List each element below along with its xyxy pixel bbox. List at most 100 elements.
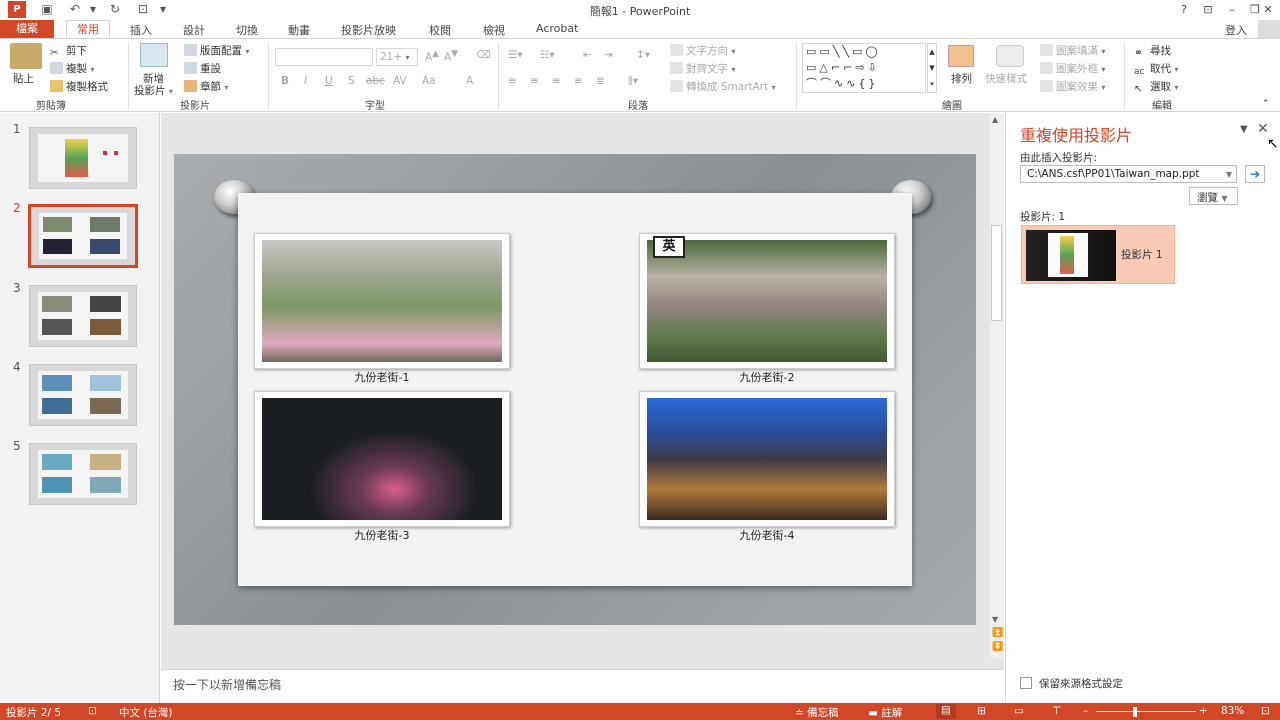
new-slide-icon[interactable] [140, 43, 168, 67]
increase-indent-icon[interactable]: ⇥ [604, 49, 613, 61]
ime-mode-badge[interactable]: 英 [653, 236, 685, 258]
quick-styles-button[interactable]: 快速樣式 [985, 71, 1027, 86]
vertical-scrollbar[interactable]: ▲ ▼ ⏫ ⏬ [990, 113, 1004, 658]
reading-view-icon[interactable]: ▭ [1014, 705, 1024, 717]
font-color-icon[interactable]: A [466, 75, 473, 87]
replace-button[interactable]: ac 取代 ▾ [1134, 61, 1178, 79]
text-direction-button[interactable]: 文字方向 ▾ [670, 43, 735, 58]
minimize-icon[interactable]: – [1220, 1, 1244, 18]
arrange-button[interactable]: 排列 [951, 71, 972, 86]
tab-file[interactable]: 檔案 [0, 20, 54, 38]
scroll-down-icon[interactable]: ▼ [992, 615, 998, 624]
shadow-button[interactable]: S [348, 75, 355, 87]
photo-4[interactable] [639, 391, 895, 527]
select-button[interactable]: ↖ 選取 ▾ [1134, 79, 1178, 95]
zoom-level[interactable]: 83% [1221, 705, 1244, 717]
help-button[interactable]: ? [1172, 1, 1196, 18]
find-button[interactable]: ⚭ 尋找 [1134, 43, 1171, 59]
language-indicator[interactable]: 中文 (台灣) [119, 705, 173, 720]
tab-design[interactable]: 設計 [183, 22, 205, 38]
notes-pane[interactable]: 按一下以新增備忘稿 [161, 669, 1004, 703]
slide-thumbnail-5[interactable] [29, 443, 137, 505]
close-pane-icon[interactable]: ✕ [1257, 121, 1269, 137]
paste-icon[interactable] [10, 43, 42, 69]
justify-icon[interactable]: ≡ [574, 75, 583, 87]
grow-font-icon[interactable]: A▲ [425, 49, 439, 64]
zoom-in-icon[interactable]: + [1199, 705, 1208, 717]
notes-toggle[interactable]: ≐ 備忘稿 [795, 705, 839, 720]
slideshow-view-icon[interactable]: ⊤ [1052, 705, 1061, 717]
reuse-slide-item[interactable]: 投影片 1 [1021, 225, 1175, 284]
slide-thumbnail-1[interactable] [29, 127, 137, 189]
keep-format-checkbox[interactable] [1020, 677, 1032, 689]
pane-options-icon[interactable]: ▼ [1240, 124, 1248, 135]
font-name-combobox[interactable] [275, 48, 373, 66]
numbering-icon[interactable]: ☷▾ [540, 49, 555, 61]
slide-thumbnail-2[interactable] [28, 204, 138, 268]
zoom-slider-thumb[interactable] [1133, 707, 1137, 717]
tab-insert[interactable]: 插入 [130, 22, 152, 38]
caption-2[interactable]: 九份老街-2 [639, 369, 895, 385]
align-left-icon[interactable]: ≡ [508, 75, 517, 87]
char-spacing-button[interactable]: AV [393, 75, 407, 87]
user-avatar-icon[interactable] [1258, 20, 1280, 38]
spellcheck-icon[interactable]: ⊡ [88, 705, 97, 717]
layout-button[interactable]: 版面配置 ▾ [184, 43, 249, 58]
underline-button[interactable]: U [325, 75, 333, 87]
caption-1[interactable]: 九份老街-1 [254, 369, 510, 385]
copy-button[interactable]: 複製 ▾ [50, 61, 94, 76]
cut-button[interactable]: ✂ 剪下 [50, 43, 87, 59]
notes-placeholder[interactable]: 按一下以新增備忘稿 [173, 676, 281, 693]
previous-slide-icon[interactable]: ⏫ [992, 628, 1003, 638]
align-right-icon[interactable]: ≡ [552, 75, 561, 87]
caption-4[interactable]: 九份老街-4 [639, 527, 895, 543]
tab-animations[interactable]: 動畫 [288, 22, 310, 38]
reset-button[interactable]: 重設 [184, 61, 221, 76]
photo-3[interactable] [254, 391, 510, 527]
italic-button[interactable]: I [304, 75, 307, 87]
decrease-indent-icon[interactable]: ⇤ [583, 49, 592, 61]
tab-acrobat[interactable]: Acrobat [536, 22, 578, 35]
shrink-font-icon[interactable]: A▼ [444, 49, 458, 64]
shape-outline-button[interactable]: 圖案外框 ▾ [1040, 61, 1105, 76]
close-window-icon[interactable]: ✕ [1256, 1, 1280, 18]
new-slide-label-2[interactable]: 投影片 ▾ [134, 83, 173, 98]
signin-link[interactable]: 登入 [1225, 22, 1247, 38]
photo-1[interactable] [254, 233, 510, 369]
shape-effects-button[interactable]: 圖案效果 ▾ [1040, 79, 1105, 94]
tab-review[interactable]: 校閱 [429, 22, 451, 38]
next-slide-icon[interactable]: ⏬ [992, 642, 1003, 652]
slide-thumbnail-4[interactable] [29, 364, 137, 426]
collapse-ribbon-icon[interactable]: ⌃ [1262, 99, 1270, 109]
smartart-button[interactable]: 轉換成 SmartArt ▾ [670, 79, 776, 94]
align-center-icon[interactable]: ≡ [530, 75, 539, 87]
shapes-gallery-scroll[interactable]: ▲ ▼ ▾ [927, 43, 937, 93]
shape-fill-button[interactable]: 圖案填滿 ▾ [1040, 43, 1105, 58]
font-size-combobox[interactable]: 21+ ▾ [376, 48, 418, 66]
keep-format-label[interactable]: 保留來源格式設定 [1039, 676, 1123, 691]
shapes-gallery[interactable]: ▭▭╲╲▭◯ ▭△⌐⌐⇨⇩ ⌒⌒∿∿{} [802, 43, 926, 93]
tab-transitions[interactable]: 切換 [236, 22, 258, 38]
strikethrough-button[interactable]: abc [366, 75, 385, 87]
tab-home[interactable]: 常用 [66, 20, 110, 39]
line-spacing-icon[interactable]: ↕▾ [636, 49, 650, 61]
normal-view-icon[interactable]: ▤ [936, 704, 956, 719]
arrange-icon[interactable] [948, 45, 974, 67]
align-text-button[interactable]: 對齊文字 ▾ [670, 61, 735, 76]
file-path-input[interactable]: C:\ANS.csf\PP01\Taiwan_map.ppt ▼ [1020, 165, 1237, 183]
slide-sorter-icon[interactable]: ⊞ [977, 705, 986, 717]
slide-thumbnail-3[interactable] [29, 285, 137, 347]
go-arrow-icon[interactable]: ➔ [1245, 165, 1265, 183]
fit-to-window-icon[interactable]: ⊡ [1261, 705, 1270, 717]
bold-button[interactable]: B [281, 75, 289, 87]
browse-button[interactable]: 瀏覽 ▼ [1189, 187, 1238, 205]
ribbon-display-icon[interactable]: ⊡ [1196, 1, 1220, 18]
tab-slideshow[interactable]: 投影片放映 [341, 22, 396, 38]
distribute-icon[interactable]: ≣ [596, 75, 605, 87]
scrollbar-thumb[interactable] [991, 225, 1002, 321]
zoom-slider[interactable] [1096, 711, 1196, 712]
change-case-button[interactable]: Aa [422, 75, 436, 87]
clear-format-icon[interactable]: ⌫ [476, 49, 491, 61]
comments-toggle[interactable]: ▬ 註解 [868, 705, 902, 720]
format-painter-button[interactable]: 複製格式 [50, 79, 108, 94]
